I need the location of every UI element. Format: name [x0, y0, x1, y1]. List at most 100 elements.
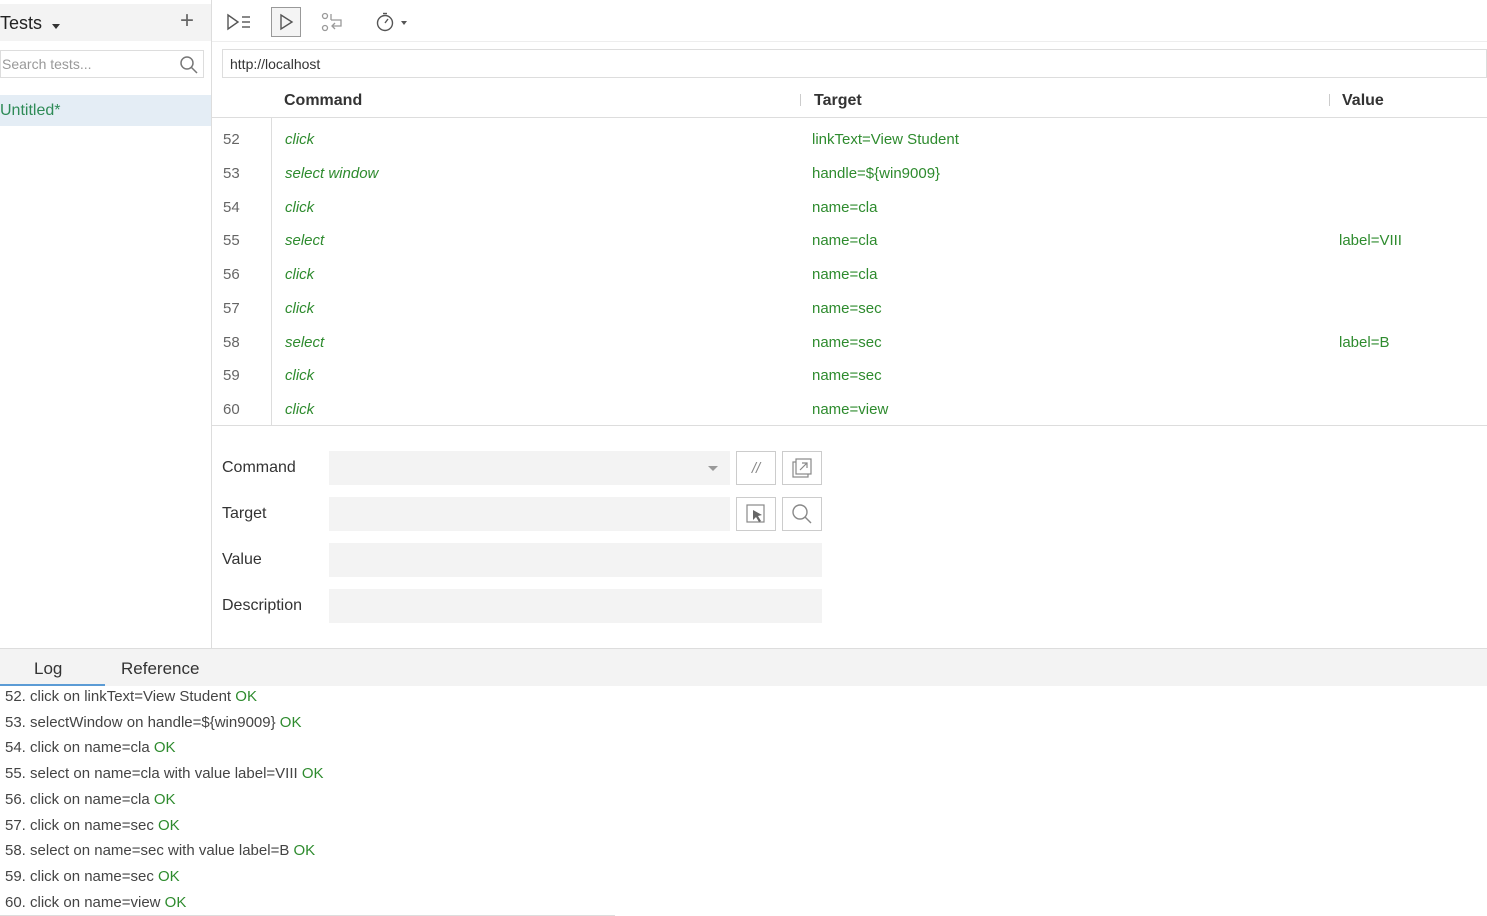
log-status: OK: [158, 868, 180, 885]
row-number: 59: [223, 367, 240, 384]
log-message: 54. click on name=cla: [5, 739, 154, 756]
log-status: OK: [158, 817, 180, 834]
log-message: 58. select on name=sec with value label=…: [5, 842, 294, 859]
log-message: 55. select on name=cla with value label=…: [5, 765, 302, 782]
table-row[interactable]: 53 select window handle=${win9009}: [212, 156, 1487, 190]
log-status: OK: [164, 894, 187, 911]
description-field[interactable]: [329, 589, 822, 623]
log-status: OK: [279, 714, 302, 731]
table-row[interactable]: 58 select name=sec label=B: [212, 325, 1487, 359]
command-table: Command Target Value 52 click linkText=V…: [212, 82, 1487, 426]
caret-down-icon[interactable]: [52, 24, 60, 29]
tab-log[interactable]: Log: [34, 659, 62, 679]
row-number: 60: [223, 401, 240, 418]
comment-toggle-button[interactable]: //: [736, 451, 776, 485]
command-cell: click: [285, 300, 315, 317]
command-cell: click: [285, 401, 315, 418]
target-cell: name=cla: [812, 199, 878, 216]
log-entry: 55. select on name=cla with value label=…: [5, 765, 324, 782]
log-status: OK: [301, 765, 324, 782]
command-select[interactable]: [329, 451, 730, 485]
row-number: 53: [223, 165, 240, 182]
row-number: 54: [223, 199, 240, 216]
bottom-panel: Log Reference 52. click on linkText=View…: [0, 648, 1487, 916]
chevron-down-icon[interactable]: [708, 466, 718, 471]
table-row[interactable]: 54 click name=cla: [212, 190, 1487, 224]
search-input[interactable]: [1, 51, 171, 77]
table-header: Command Target Value: [212, 82, 1487, 118]
value-cell: label=B: [1339, 334, 1390, 351]
target-cell: name=sec: [812, 367, 882, 384]
base-url-input[interactable]: [223, 50, 1486, 77]
plus-icon[interactable]: +: [180, 9, 194, 33]
row-number: 52: [223, 131, 240, 148]
open-external-icon[interactable]: [782, 451, 822, 485]
command-cell: select: [285, 232, 325, 249]
log-status: OK: [235, 688, 257, 705]
log-status: OK: [153, 791, 176, 808]
row-number: 58: [223, 334, 240, 351]
target-cell: name=cla: [812, 232, 878, 249]
command-cell: click: [285, 266, 315, 283]
table-row[interactable]: 55 select name=cla label=VIII: [212, 223, 1487, 257]
table-row[interactable]: 56 click name=cla: [212, 257, 1487, 291]
value-input[interactable]: [329, 543, 822, 577]
column-header-command[interactable]: Command: [284, 92, 362, 110]
log-status: OK: [293, 842, 316, 859]
bottom-tabs: Log Reference: [0, 649, 1487, 686]
description-input[interactable]: [329, 589, 822, 623]
run-current-test-icon[interactable]: [271, 7, 301, 37]
command-input[interactable]: [329, 451, 730, 485]
value-field[interactable]: [329, 543, 822, 577]
value-cell: label=VIII: [1339, 232, 1402, 249]
log-message: 52. click on linkText=View Student: [5, 688, 236, 705]
column-header-target[interactable]: Target: [814, 92, 862, 110]
target-label: Target: [222, 505, 267, 522]
command-editor: Command // Target Value Description: [212, 427, 1487, 648]
target-cell: name=view: [812, 401, 889, 418]
log-message: 56. click on name=cla: [5, 791, 154, 808]
target-cell: name=sec: [812, 300, 882, 317]
description-label: Description: [222, 597, 303, 614]
tests-dropdown[interactable]: Tests: [0, 13, 42, 34]
command-cell: select: [285, 334, 325, 351]
row-number: 57: [223, 300, 240, 317]
row-number: 55: [223, 232, 240, 249]
log-entry: 53. selectWindow on handle=${win9009} OK: [5, 714, 301, 731]
sidebar: Tests + Untitled*: [0, 0, 212, 648]
table-row[interactable]: 57 click name=sec: [212, 291, 1487, 325]
step-over-icon[interactable]: [318, 7, 348, 37]
table-row[interactable]: 60 click name=view: [212, 392, 1487, 426]
target-input[interactable]: [329, 497, 730, 531]
command-cell: click: [285, 367, 315, 384]
active-tab-indicator: [0, 684, 105, 686]
command-cell: select window: [285, 165, 379, 182]
row-number: 56: [223, 266, 240, 283]
command-label: Command: [222, 459, 296, 476]
target-field[interactable]: [329, 497, 730, 531]
table-row[interactable]: 59 click name=sec: [212, 358, 1487, 392]
target-cell: name=sec: [812, 334, 882, 351]
column-header-value[interactable]: Value: [1342, 92, 1384, 110]
command-cell: click: [285, 199, 315, 216]
search-box: [0, 50, 204, 78]
log-entry: 58. select on name=sec with value label=…: [5, 842, 315, 859]
test-item-label: Untitled*: [0, 102, 61, 119]
tab-reference[interactable]: Reference: [121, 659, 199, 679]
speed-timer-icon[interactable]: [372, 7, 412, 37]
select-target-icon[interactable]: [736, 497, 776, 531]
log-message: 53. selectWindow on handle=${win9009}: [5, 714, 280, 731]
table-row[interactable]: 52 click linkText=View Student: [212, 122, 1487, 156]
log-message: 59. click on name=sec: [5, 868, 158, 885]
value-label: Value: [222, 551, 262, 568]
toolbar: [212, 4, 1487, 42]
sidebar-header: Tests +: [0, 4, 211, 41]
log-entry: 54. click on name=cla OK: [5, 739, 176, 756]
column-divider[interactable]: [800, 94, 801, 106]
run-all-tests-icon[interactable]: [224, 7, 254, 37]
search-icon[interactable]: [179, 55, 199, 75]
test-item[interactable]: Untitled*: [0, 95, 211, 126]
log-message: 60. click on name=view: [5, 894, 165, 911]
column-divider[interactable]: [1329, 94, 1330, 106]
search-icon[interactable]: [782, 497, 822, 531]
